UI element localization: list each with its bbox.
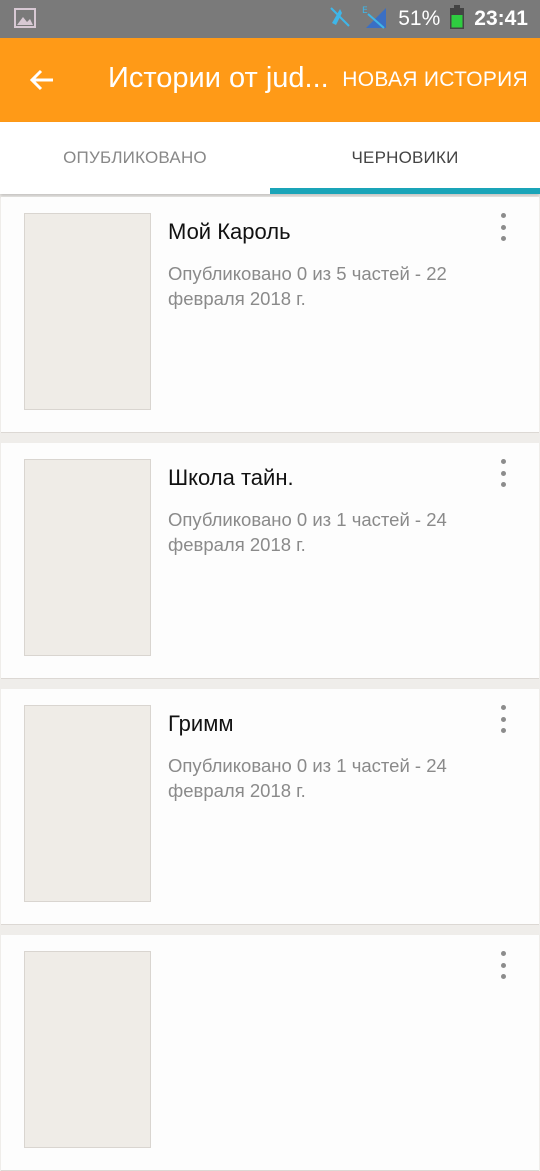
mute-icon (328, 5, 352, 34)
image-icon (14, 8, 36, 28)
story-subtitle: Опубликовано 0 из 1 частей - 24 февраля … (168, 509, 447, 555)
story-subtitle: Опубликовано 0 из 5 частей - 22 февраля … (168, 263, 447, 309)
story-title: Гримм (168, 711, 234, 736)
overflow-menu-button[interactable] (489, 459, 517, 487)
story-cover (24, 213, 151, 410)
tab-published[interactable]: ОПУБЛИКОВАНО (0, 122, 270, 194)
tab-label: ОПУБЛИКОВАНО (63, 148, 207, 167)
more-vert-icon (500, 951, 506, 956)
more-vert-icon (500, 459, 506, 464)
more-vert-icon-dot (500, 482, 506, 487)
tab-indicator (270, 188, 540, 194)
story-card[interactable] (1, 935, 539, 1171)
more-vert-icon-dot (500, 974, 506, 979)
story-title: Школа тайн. (168, 465, 294, 490)
story-cover (24, 951, 151, 1148)
story-card[interactable]: Мой Кароль Опубликовано 0 из 5 частей - … (1, 197, 539, 433)
signal-icon: E (362, 4, 388, 35)
page-title: Истории от jud... (108, 62, 329, 94)
story-cover (24, 459, 151, 656)
clock: 23:41 (474, 7, 528, 30)
tab-label: ЧЕРНОВИКИ (351, 148, 459, 167)
story-card[interactable]: Школа тайн. Опубликовано 0 из 1 частей -… (1, 443, 539, 679)
more-vert-icon (500, 705, 506, 710)
tab-drafts[interactable]: ЧЕРНОВИКИ (270, 122, 540, 194)
back-button[interactable] (18, 56, 66, 104)
more-vert-icon-dot (500, 470, 506, 476)
app-toolbar: Истории от jud... НОВАЯ ИСТОРИЯ (0, 38, 540, 122)
battery-percent: 51% (398, 7, 441, 30)
status-bar: E 51% 23:41 (0, 0, 540, 38)
story-cover (24, 705, 151, 902)
overflow-menu-button[interactable] (489, 213, 517, 241)
story-title: Мой Кароль (168, 219, 291, 244)
more-vert-icon-dot (500, 236, 506, 241)
new-story-button[interactable]: НОВАЯ ИСТОРИЯ (342, 68, 528, 92)
more-vert-icon-dot (500, 716, 506, 722)
more-vert-icon-dot (500, 962, 506, 968)
more-vert-icon (500, 213, 506, 218)
overflow-menu-button[interactable] (489, 951, 517, 979)
overflow-menu-button[interactable] (489, 705, 517, 733)
tab-bar: ОПУБЛИКОВАНО ЧЕРНОВИКИ (0, 122, 540, 194)
more-vert-icon-dot (500, 728, 506, 733)
battery-icon (450, 4, 465, 34)
story-card[interactable]: Гримм Опубликовано 0 из 1 частей - 24 фе… (1, 689, 539, 925)
more-vert-icon-dot (500, 224, 506, 230)
story-subtitle: Опубликовано 0 из 1 частей - 24 февраля … (168, 755, 447, 801)
svg-text:E: E (362, 6, 368, 16)
arrow-back-icon (29, 69, 53, 91)
